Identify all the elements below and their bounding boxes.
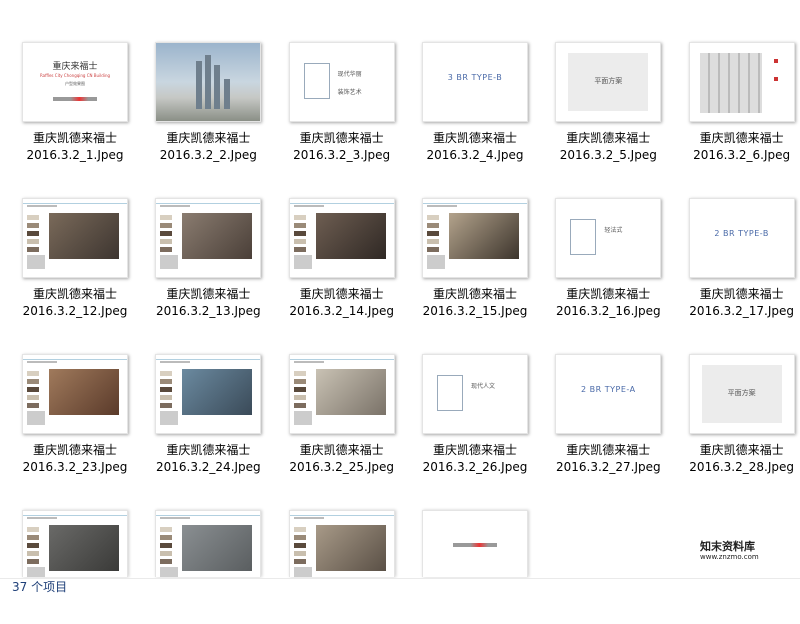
file-item[interactable]: 现代华丽 装饰艺术 重庆凯德来福士 2016.3.2_3.Jpeg	[267, 0, 400, 162]
file-name[interactable]: 重庆凯德来福士 2016.3.2_28.Jpeg	[667, 442, 800, 476]
file-item[interactable]: 现代人文 重庆凯德来福士 2016.3.2_26.Jpeg	[400, 312, 533, 474]
file-item[interactable]: 2 BR TYPE-A 重庆凯德来福士 2016.3.2_27.Jpeg	[533, 312, 666, 474]
watermark-url: www.znzmo.com	[700, 553, 759, 561]
file-thumbnail[interactable]: 2 BR TYPE-A	[555, 354, 662, 434]
file-name-line1: 重庆凯德来福士	[432, 443, 517, 457]
file-name-line1: 重庆凯德来福士	[566, 443, 651, 457]
thumb-title: 平面方案	[594, 77, 623, 85]
thumb-text-a: 现代人文	[470, 383, 495, 390]
file-name-line1: 重庆凯德来福士	[699, 443, 784, 457]
text-frame	[570, 219, 597, 255]
file-name-line1: 重庆凯德来福士	[566, 287, 651, 301]
file-item[interactable]: 重庆来福士 Raffles City Chongqing CN Building 户…	[0, 0, 133, 162]
file-item[interactable]	[133, 468, 266, 624]
file-item[interactable]: 平面方案 重庆凯德来福士 2016.3.2_5.Jpeg	[533, 0, 666, 162]
cover-subtitle-2: 户型效果图	[65, 81, 85, 86]
file-item[interactable]	[267, 468, 400, 624]
file-thumbnail[interactable]	[22, 354, 128, 434]
item-count: 37 个项目	[12, 580, 68, 594]
file-thumbnail[interactable]	[155, 354, 262, 434]
logo-graphic	[53, 97, 97, 101]
file-thumbnail[interactable]	[288, 354, 395, 434]
file-thumbnail[interactable]	[288, 510, 395, 577]
cover-subtitle: Raffles City Chongqing CN Building	[39, 73, 111, 78]
file-thumbnail[interactable]	[421, 198, 528, 278]
file-thumbnail[interactable]	[288, 198, 395, 278]
file-name-line1: 重庆凯德来福士	[432, 287, 517, 301]
file-thumbnail[interactable]	[155, 198, 262, 278]
thumb-title: 平面方案	[727, 389, 756, 397]
file-thumbnail[interactable]	[22, 510, 128, 577]
file-name[interactable]: 重庆凯德来福士 2016.3.2_27.Jpeg	[533, 442, 683, 476]
file-item[interactable]: 重庆凯德来福士 2016.3.2_15.Jpeg	[400, 156, 533, 318]
file-name-line1: 重庆凯德来福士	[32, 443, 117, 457]
file-name-line1: 重庆凯德来福士	[166, 287, 251, 301]
file-name-line1: 重庆凯德来福士	[166, 131, 251, 145]
file-item[interactable]: 轻法式 重庆凯德来福士 2016.3.2_16.Jpeg	[533, 156, 666, 318]
file-name-line2: 2016.3.2_28.Jpeg	[689, 460, 794, 474]
file-grid: 重庆来福士 Raffles City Chongqing CN Building 户…	[0, 0, 800, 578]
cover-title: 重庆来福士	[52, 62, 98, 72]
file-name-line2: 2016.3.2_27.Jpeg	[555, 460, 661, 474]
file-item[interactable]: 重庆凯德来福士 2016.3.2_13.Jpeg	[133, 156, 266, 318]
file-item[interactable]: 2 BR TYPE-B 重庆凯德来福士 2016.3.2_17.Jpeg	[667, 156, 800, 318]
status-bar: 37 个项目	[0, 578, 800, 596]
thumb-text-a: 现代华丽	[337, 71, 362, 78]
file-thumbnail[interactable]: 3 BR TYPE-B	[421, 42, 528, 122]
file-thumbnail[interactable]	[688, 42, 795, 122]
file-item[interactable]	[400, 468, 533, 624]
thumb-text-b: 装饰艺术	[337, 89, 362, 96]
file-thumbnail[interactable]: 平面方案	[688, 354, 795, 434]
file-item[interactable]: 平面方案重庆凯德来福士 2016.3.2_28.Jpeg	[667, 312, 800, 474]
file-item[interactable]	[0, 468, 133, 624]
thumb-title: 2 BR TYPE-B	[714, 229, 769, 238]
file-thumbnail[interactable]	[421, 510, 528, 577]
file-name-line1: 重庆凯德来福士	[166, 443, 251, 457]
file-name-line1: 重庆凯德来福士	[32, 287, 117, 301]
file-name-line1: 重庆凯德来福士	[699, 287, 784, 301]
file-item[interactable]: 重庆凯德来福士 2016.3.2_6.Jpeg	[667, 0, 800, 162]
file-name-line1: 重庆凯德来福士	[299, 287, 384, 301]
text-frame	[436, 375, 463, 411]
file-thumbnail[interactable]: 现代人文	[421, 354, 528, 434]
file-item[interactable]: 重庆凯德来福士 2016.3.2_12.Jpeg	[0, 156, 133, 318]
thumb-title: 2 BR TYPE-A	[581, 385, 636, 394]
watermark-title: 知末资料库	[700, 540, 755, 553]
file-name-line1: 重庆凯德来福士	[566, 131, 651, 145]
text-frame	[303, 63, 330, 99]
file-item[interactable]: 重庆凯德来福士 2016.3.2_14.Jpeg	[267, 156, 400, 318]
file-name-line1: 重庆凯德来福士	[32, 131, 117, 145]
file-name-line1: 重庆凯德来福士	[699, 131, 784, 145]
file-thumbnail[interactable]	[22, 198, 128, 278]
file-name-line1: 重庆凯德来福士	[299, 443, 384, 457]
file-thumbnail[interactable]	[155, 42, 262, 122]
file-thumbnail[interactable]: 现代华丽 装饰艺术	[288, 42, 395, 122]
file-thumbnail[interactable]	[155, 510, 262, 577]
thumb-title: 3 BR TYPE-B	[447, 73, 503, 82]
file-item[interactable]: 重庆凯德来福士 2016.3.2_23.Jpeg	[0, 312, 133, 474]
file-thumbnail[interactable]: 平面方案	[555, 42, 662, 122]
file-item[interactable]: 重庆凯德来福士 2016.3.2_2.Jpeg	[133, 0, 266, 162]
file-item[interactable]: 重庆凯德来福士 2016.3.2_24.Jpeg	[133, 312, 266, 474]
file-thumbnail[interactable]: 轻法式	[555, 198, 662, 278]
file-name-line1: 重庆凯德来福士	[432, 131, 517, 145]
file-thumbnail[interactable]: 重庆来福士 Raffles City Chongqing CN Building 户…	[22, 42, 128, 122]
thumb-text-a: 轻法式	[604, 227, 623, 234]
file-thumbnail[interactable]: 2 BR TYPE-B	[688, 198, 795, 278]
file-name-line1: 重庆凯德来福士	[299, 131, 384, 145]
file-item[interactable]: 重庆凯德来福士 2016.3.2_25.Jpeg	[267, 312, 400, 474]
file-item[interactable]: 3 BR TYPE-B 重庆凯德来福士 2016.3.2_4.Jpeg	[400, 0, 533, 162]
